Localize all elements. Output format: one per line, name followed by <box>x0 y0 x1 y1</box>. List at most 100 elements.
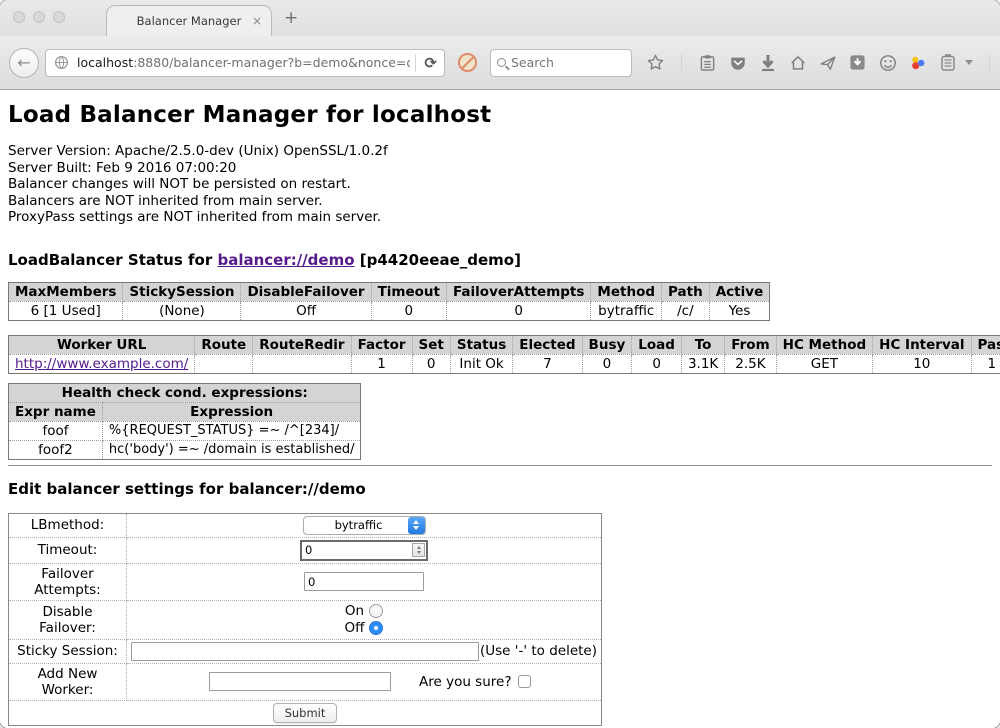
column-header: Expr name <box>9 402 103 421</box>
table-row: foof2 hc('body') =~ /domain is establish… <box>9 440 361 459</box>
table-cell: 10 <box>873 354 971 373</box>
table-cell: foof2 <box>9 440 103 459</box>
table-cell: 0 <box>412 354 450 373</box>
table-cell: Init Ok <box>450 354 512 373</box>
site-identity-globe-icon[interactable] <box>52 53 71 72</box>
column-header: From <box>725 335 776 354</box>
page-content: Load Balancer Manager for localhost Serv… <box>0 90 1000 728</box>
server-version-line: Server Version: Apache/2.5.0-dev (Unix) … <box>8 143 992 160</box>
new-tab-button[interactable]: + <box>284 8 298 28</box>
column-header: HC Interval <box>873 335 971 354</box>
column-header: DisableFailover <box>241 282 371 301</box>
search-bar[interactable] <box>490 49 632 77</box>
worker-url-link[interactable]: http://www.example.com/ <box>15 356 188 372</box>
search-input[interactable] <box>511 55 625 70</box>
column-header: StickySession <box>123 282 241 301</box>
chat-smiley-icon[interactable] <box>878 53 897 72</box>
sticky-session-input[interactable] <box>131 642 479 661</box>
failover-attempts-cell <box>127 563 602 600</box>
table-cell: GET <box>776 354 873 373</box>
table-cell: 3.1K <box>681 354 724 373</box>
server-built-line: Server Built: Feb 9 2016 07:00:20 <box>8 160 992 177</box>
table-cell: 7 <box>513 354 582 373</box>
reload-icon[interactable]: ⟳ <box>421 54 440 72</box>
submit-row: Submit <box>9 700 602 725</box>
status-heading-suffix: [p4420eeae_demo] <box>355 251 521 269</box>
notes-list-addon-icon[interactable] <box>938 53 957 72</box>
table-cell <box>195 354 253 373</box>
tab-bar: Balancer Manager × + <box>0 0 1000 36</box>
bookmark-star-icon[interactable] <box>646 53 665 72</box>
table-cell: /c/ <box>662 301 710 320</box>
health-table-title-row: Health check cond. expressions: <box>9 383 361 402</box>
failover-on-radio[interactable] <box>369 604 383 618</box>
back-button[interactable]: ← <box>9 48 39 78</box>
pocket-icon[interactable] <box>728 53 747 72</box>
table-row: foof %{REQUEST_STATUS} =~ /^[234]/ <box>9 421 361 440</box>
table-cell: http://www.example.com/ <box>9 354 195 373</box>
column-header: Active <box>709 282 770 301</box>
column-header: RouteRedir <box>253 335 351 354</box>
url-domain: localhost <box>77 55 133 70</box>
table-cell: Yes <box>709 301 770 320</box>
table-cell: 1 <box>351 354 412 373</box>
tab-close-icon[interactable]: × <box>252 14 262 28</box>
confirm-label: Are you sure? <box>419 674 512 690</box>
proxypass-note-line: ProxyPass settings are NOT inherited fro… <box>8 209 992 226</box>
lbmethod-row: LBmethod: bytraffic <box>9 513 602 537</box>
balancer-demo-link[interactable]: balancer://demo <box>217 251 354 269</box>
column-header: Factor <box>351 335 412 354</box>
window-controls <box>13 11 65 23</box>
failover-off-radio[interactable] <box>369 621 383 635</box>
minimize-window-button[interactable] <box>33 11 45 23</box>
add-worker-input[interactable] <box>209 672 391 691</box>
table-cell: %{REQUEST_STATUS} =~ /^[234]/ <box>102 421 361 440</box>
column-header: Status <box>450 335 512 354</box>
table-cell: 0 <box>582 354 632 373</box>
table-cell: 1 (0) <box>971 354 1000 373</box>
worker-status-table: Worker URLRouteRouteRedirFactorSetStatus… <box>8 335 1000 374</box>
inherit-note-line: Balancers are NOT inherited from main se… <box>8 193 992 210</box>
server-info: Server Version: Apache/2.5.0-dev (Unix) … <box>8 143 992 226</box>
failover-attempts-input[interactable] <box>304 572 424 591</box>
colored-dots-addon-icon[interactable] <box>908 53 927 72</box>
add-worker-row: Add New Worker: Are you sure? <box>9 663 602 700</box>
overflow-caret-icon[interactable] <box>965 60 973 65</box>
column-header: Busy <box>582 335 632 354</box>
column-header: Elected <box>513 335 582 354</box>
column-header: Method <box>591 282 662 301</box>
home-icon[interactable] <box>788 53 807 72</box>
confirm-checkbox[interactable] <box>518 675 531 688</box>
column-header: FailoverAttempts <box>447 282 591 301</box>
sticky-session-cell: (Use '-' to delete) <box>127 639 602 663</box>
toolbar-divider <box>681 54 682 72</box>
timeout-row: Timeout: <box>9 537 602 563</box>
submit-button[interactable]: Submit <box>273 703 338 723</box>
timeout-input[interactable] <box>300 540 428 561</box>
download-panel-icon[interactable] <box>848 53 867 72</box>
column-header: Set <box>412 335 450 354</box>
disable-failover-label: Disable Failover: <box>9 600 127 639</box>
content-blocked-icon[interactable] <box>458 53 477 72</box>
sticky-session-row: Sticky Session: (Use '-' to delete) <box>9 639 602 663</box>
send-tab-icon[interactable] <box>818 53 837 72</box>
zoom-window-button[interactable] <box>53 11 65 23</box>
url-bar[interactable]: localhost:8880/balancer-manager?b=demo&n… <box>45 49 445 77</box>
timeout-cell <box>127 537 602 563</box>
table-cell: 0 <box>447 301 591 320</box>
browser-tab[interactable]: Balancer Manager × <box>106 5 272 36</box>
edit-settings-heading: Edit balancer settings for balancer://de… <box>8 480 992 498</box>
health-check-table: Health check cond. expressions: Expr nam… <box>8 383 361 460</box>
reading-list-icon[interactable] <box>698 53 717 72</box>
column-header: Timeout <box>371 282 446 301</box>
table-header-row: Worker URLRouteRouteRedirFactorSetStatus… <box>9 335 1000 354</box>
close-window-button[interactable] <box>13 11 25 23</box>
downloads-icon[interactable] <box>758 53 777 72</box>
number-spinner-icon[interactable] <box>412 543 425 557</box>
lbmethod-selected-value: bytraffic <box>304 518 408 532</box>
lbmethod-select[interactable]: bytraffic <box>303 516 426 535</box>
status-heading-prefix: LoadBalancer Status for <box>8 251 217 269</box>
url-text[interactable]: localhost:8880/balancer-manager?b=demo&n… <box>77 55 410 70</box>
timeout-label: Timeout: <box>9 537 127 563</box>
table-cell: foof <box>9 421 103 440</box>
